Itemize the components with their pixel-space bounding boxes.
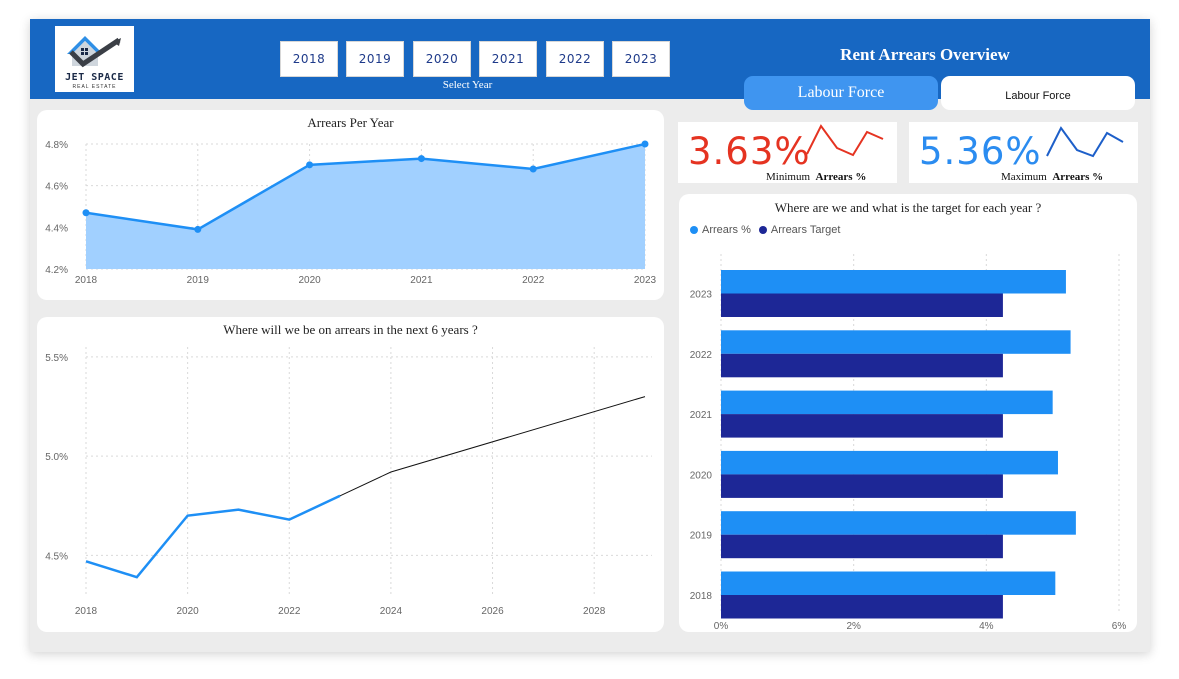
- report-title: Rent Arrears Overview: [840, 45, 1010, 64]
- bar-target: [721, 414, 1003, 438]
- house-logo-icon: [67, 36, 121, 68]
- y-tick-label: 5.0%: [45, 452, 68, 463]
- bar-target: [721, 595, 1003, 619]
- kpi-maximum-value: 5.36%: [919, 130, 1042, 173]
- x-tick-label: 2022: [522, 275, 545, 286]
- bar-arrears: [721, 330, 1071, 354]
- x-tick-label: 2024: [380, 606, 403, 617]
- kpi-maximum-caption: Maximum Arrears %: [1001, 171, 1103, 183]
- forecast-card: Where will we be on arrears in the next …: [37, 317, 664, 632]
- data-point: [194, 225, 202, 233]
- company-logo: JET SPACE REAL ESTATE: [55, 26, 134, 92]
- x-tick-label: 2018: [75, 275, 98, 286]
- y-tick-label: 4.8%: [45, 140, 68, 151]
- x-tick-label: 2026: [481, 606, 504, 617]
- y-tick-label: 2022: [690, 350, 713, 361]
- arrears-per-year-card: Arrears Per Year 4.2% 4.4% 4.6% 4.8% 2018 201…: [37, 110, 664, 300]
- y-tick-label: 4.4%: [45, 223, 68, 234]
- actual-line: [85, 494, 341, 579]
- y-tick-label: 2018: [690, 591, 713, 602]
- y-tick-label: 4.2%: [45, 265, 68, 276]
- x-tick-label: 2018: [75, 606, 98, 617]
- bar-target: [721, 534, 1003, 559]
- kpi-minimum-value: 3.63%: [688, 130, 811, 173]
- bar-arrears: [721, 511, 1076, 535]
- y-tick-label: 2021: [690, 410, 713, 421]
- arrears-per-year-chart: 4.2% 4.4% 4.6% 4.8% 2018 2019 2020 2021 2022 2023: [45, 140, 657, 286]
- year-button-2018[interactable]: 2018: [280, 41, 338, 77]
- kpi-minimum-card: 3.63% Minimum Arrears %: [678, 122, 897, 183]
- x-tick-label: 2020: [177, 606, 200, 617]
- kpi-maximum-card: 5.36% Maximum Arrears %: [909, 122, 1138, 183]
- x-tick-label: 2028: [583, 606, 606, 617]
- x-tick-label: 6%: [1112, 621, 1127, 632]
- target-card: Where are we and what is the target for …: [679, 194, 1137, 632]
- year-button-2022[interactable]: 2022: [546, 41, 604, 77]
- x-tick-label: 2021: [410, 275, 433, 286]
- kpi-minimum-sparkline: [806, 124, 884, 157]
- logo-tagline: REAL ESTATE: [72, 84, 117, 90]
- kpi-minimum-caption-prefix: Minimum: [766, 171, 811, 183]
- kpi-maximum-sparkline: [1046, 126, 1124, 158]
- bar-target: [721, 293, 1003, 317]
- data-point: [417, 155, 425, 163]
- forecast-line: [339, 396, 646, 497]
- target-chart: 0% 2% 4% 6% 2023 2022 2021 2020 2019 2018: [690, 254, 1127, 632]
- x-tick-label: 2022: [278, 606, 301, 617]
- tab-labour-force[interactable]: Labour Force: [941, 76, 1135, 110]
- data-point: [306, 161, 314, 169]
- x-tick-label: 0%: [714, 621, 729, 632]
- bar-arrears: [721, 450, 1058, 475]
- dashboard-frame: JET SPACE REAL ESTATE 2018 2019 2020 202…: [30, 19, 1150, 652]
- data-point: [82, 209, 90, 217]
- kpi-minimum-caption-measure: Arrears %: [815, 171, 867, 183]
- year-button-2020[interactable]: 2020: [413, 41, 471, 77]
- forecast-chart: 4.5% 5.0% 5.5% 2018 2020 2022 2024 2026 2028: [45, 347, 652, 617]
- year-button-2021[interactable]: 2021: [479, 41, 537, 77]
- x-tick-label: 4%: [979, 621, 994, 632]
- y-tick-label: 2019: [690, 531, 713, 542]
- y-tick-label: 4.5%: [45, 551, 68, 562]
- data-point: [529, 165, 537, 173]
- bar-arrears: [721, 270, 1066, 294]
- year-button-2023[interactable]: 2023: [612, 41, 670, 77]
- tab-labour-force-active[interactable]: Labour Force: [744, 76, 938, 110]
- kpi-maximum-caption-measure: Arrears %: [1052, 171, 1104, 183]
- year-slicer-label: Select Year: [442, 79, 493, 91]
- x-tick-label: 2%: [846, 621, 861, 632]
- kpi-minimum-caption: Minimum Arrears %: [766, 171, 866, 183]
- data-point: [641, 140, 649, 148]
- logo-name: JET SPACE: [65, 72, 124, 83]
- x-tick-label: 2019: [187, 275, 210, 286]
- y-tick-label: 2023: [690, 290, 713, 301]
- bar-arrears: [721, 390, 1053, 415]
- kpi-maximum-caption-prefix: Maximum: [1001, 171, 1047, 183]
- x-tick-label: 2023: [634, 275, 657, 286]
- bar-target: [721, 474, 1003, 498]
- bar-target: [721, 353, 1003, 378]
- x-tick-label: 2020: [298, 275, 321, 286]
- y-tick-label: 4.6%: [45, 182, 68, 193]
- y-tick-label: 2020: [690, 470, 713, 481]
- bar-arrears: [721, 571, 1056, 595]
- y-tick-label: 5.5%: [45, 353, 68, 364]
- year-button-2019[interactable]: 2019: [346, 41, 404, 77]
